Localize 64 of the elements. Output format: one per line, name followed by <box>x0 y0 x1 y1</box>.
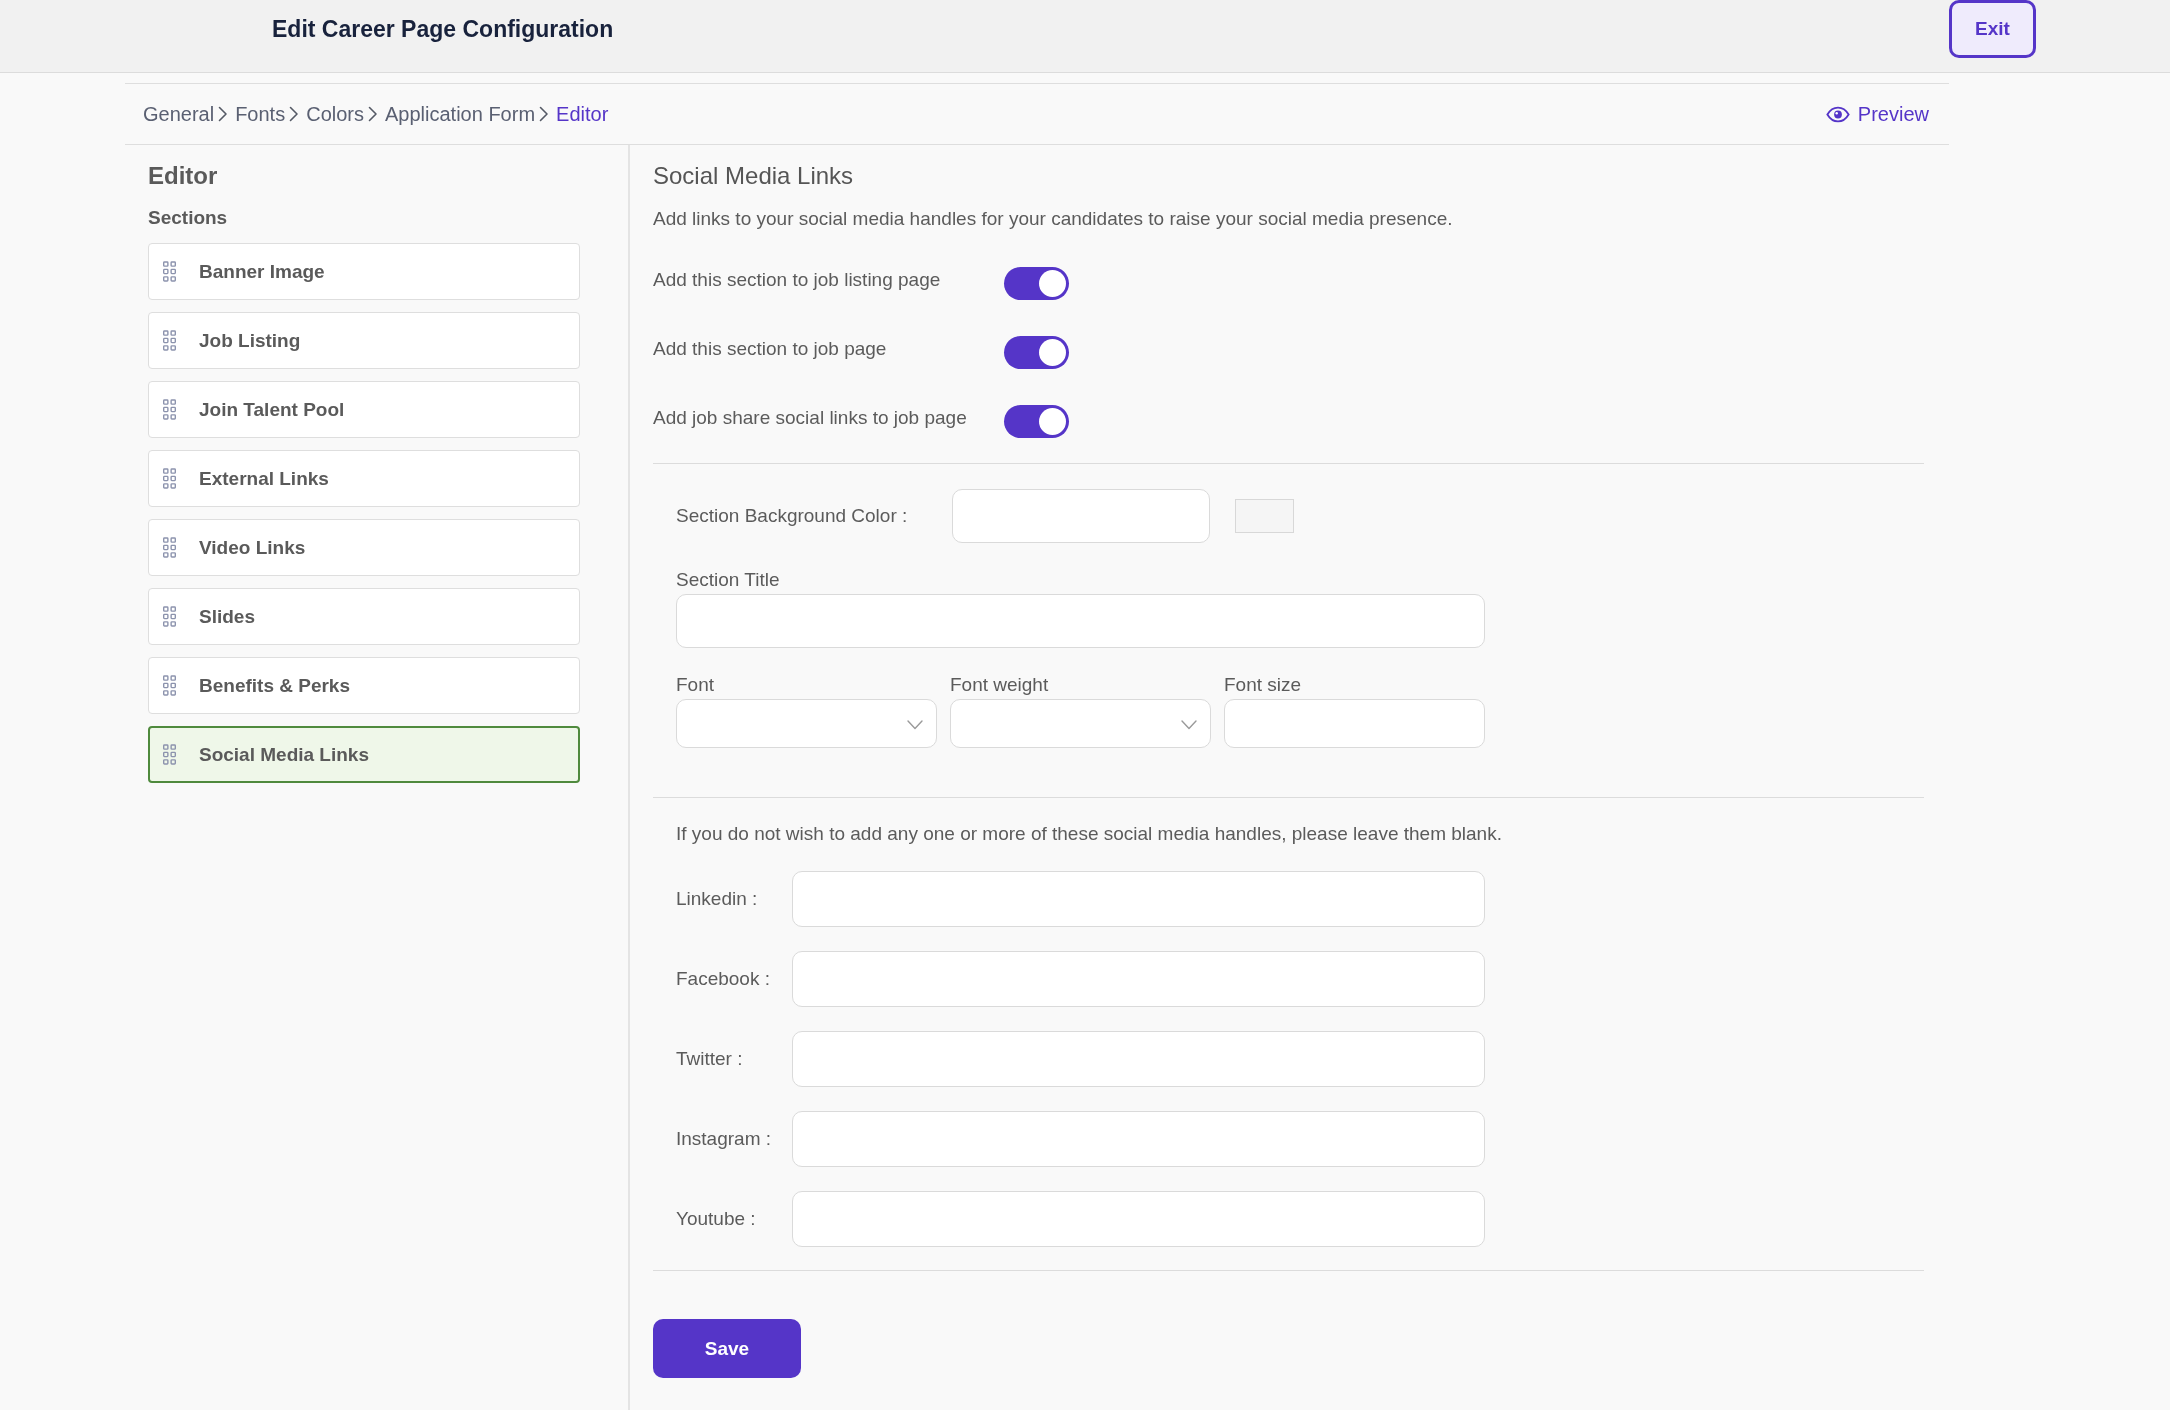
dropdown-field[interactable] <box>950 699 1211 748</box>
help-text: If you do not wish to add any one or more of these social media handles, please leave them blank. <box>676 822 1503 846</box>
input-field[interactable] <box>676 594 1485 648</box>
input-field[interactable] <box>792 1191 1485 1247</box>
toggle-label: Add job share social links to job page <box>653 407 968 429</box>
sidebar-subtitle: Sections <box>148 206 229 230</box>
breadcrumb-link[interactable]: Colors <box>306 102 364 126</box>
section-item[interactable]: Social Media Links <box>148 726 580 783</box>
section-item[interactable]: External Links <box>148 450 580 507</box>
drag-handle-icon <box>163 261 176 282</box>
input-field[interactable] <box>792 871 1485 927</box>
toggle-switch[interactable] <box>1004 335 1069 369</box>
drag-handle-icon <box>163 606 176 627</box>
drag-handle-icon <box>163 675 176 696</box>
input-field[interactable] <box>792 1111 1485 1167</box>
field-label: Linkedin : <box>676 887 759 911</box>
breadcrumb-link[interactable]: Application Form <box>385 102 536 126</box>
color-swatch-icon <box>1235 499 1294 533</box>
input-field[interactable] <box>792 1031 1485 1087</box>
chevron-right-icon <box>368 106 378 122</box>
section-item[interactable]: Banner Image <box>148 243 580 300</box>
breadcrumb-link[interactable]: Editor <box>556 102 609 126</box>
toggle-label: Add this section to job page <box>653 338 888 360</box>
breadcrumb-link[interactable]: General <box>143 102 215 126</box>
field-label: Section Title <box>676 568 781 592</box>
toggle-label: Add this section to job listing page <box>653 269 942 291</box>
input-field[interactable] <box>1224 699 1485 748</box>
field-label: Font weight <box>950 673 1050 697</box>
breadcrumb-link[interactable]: Fonts <box>235 102 286 126</box>
field-label: Font <box>676 673 716 697</box>
field-label: Section Background Color : <box>676 504 909 528</box>
field-label: Instagram : <box>676 1127 773 1151</box>
drag-handle-icon <box>163 537 176 558</box>
field-label: Font size <box>1224 673 1303 697</box>
toggle-switch[interactable] <box>1004 266 1069 300</box>
section-description: Add links to your social media handles for your candidates to raise your social media presence. <box>653 207 1454 231</box>
section-heading: Social Media Links <box>653 161 855 191</box>
page-title: Edit Career Page Configuration <box>272 15 614 44</box>
sidebar-title: Editor <box>148 161 219 191</box>
section-item[interactable]: Benefits & Perks <box>148 657 580 714</box>
toggle-switch[interactable] <box>1004 404 1069 438</box>
field-label: Twitter : <box>676 1047 744 1071</box>
exit-button[interactable]: Exit <box>1949 0 2036 58</box>
drag-handle-icon <box>163 330 176 351</box>
save-button[interactable]: Save <box>653 1319 801 1378</box>
preview-link[interactable]: Preview <box>1825 102 1929 126</box>
input-field[interactable] <box>792 951 1485 1007</box>
field-label: Facebook : <box>676 967 771 991</box>
chevron-down-icon <box>907 720 923 730</box>
drag-handle-icon <box>163 468 176 489</box>
section-item[interactable]: Job Listing <box>148 312 580 369</box>
chevron-right-icon <box>218 106 229 122</box>
section-item[interactable]: Video Links <box>148 519 580 576</box>
chevron-down-icon <box>1181 720 1197 730</box>
dropdown-field[interactable] <box>676 699 937 748</box>
input-field[interactable] <box>952 489 1210 543</box>
section-item[interactable]: Slides <box>148 588 580 645</box>
chevron-right-icon <box>289 106 300 122</box>
drag-handle-icon <box>163 399 176 420</box>
section-item[interactable]: Join Talent Pool <box>148 381 580 438</box>
chevron-right-icon <box>539 106 550 122</box>
drag-handle-icon <box>163 744 176 765</box>
eye-icon <box>1825 105 1850 123</box>
field-label: Youtube : <box>676 1207 757 1231</box>
